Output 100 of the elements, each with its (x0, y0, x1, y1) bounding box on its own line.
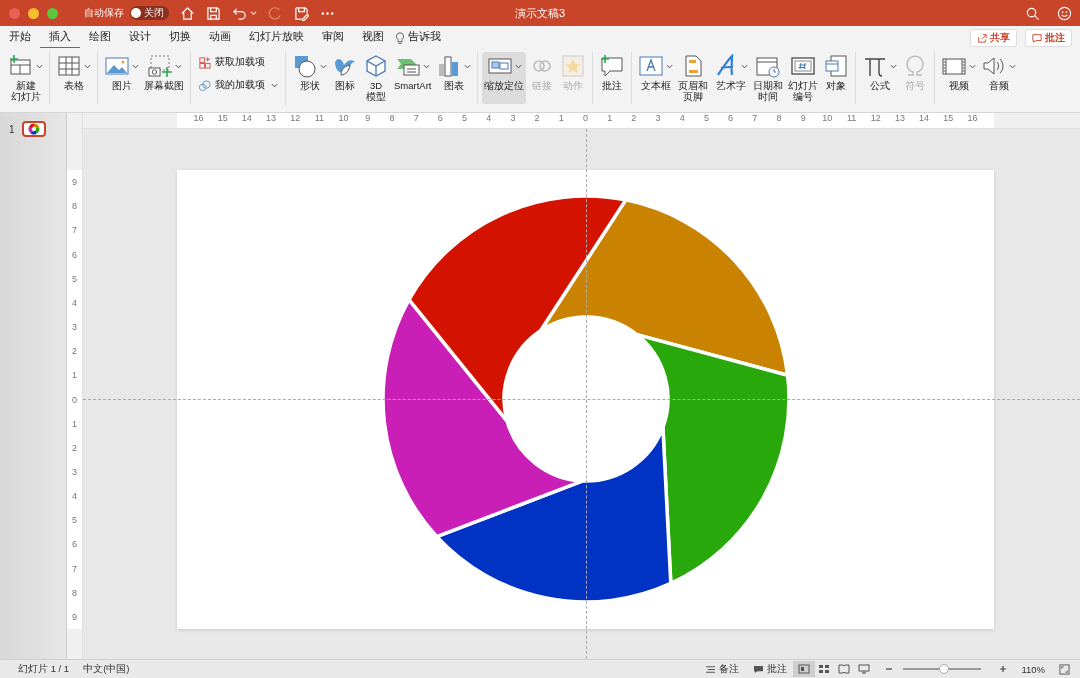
ribbon-icon (292, 54, 318, 78)
ribbon-tab[interactable]: 绘图 (80, 27, 120, 49)
ribbon-button[interactable]: 对象 (821, 52, 852, 104)
ruler-number: 5 (702, 113, 710, 125)
ruler-number: 16 (192, 113, 205, 125)
ribbon-button[interactable]: 新建 幻灯片 (6, 52, 45, 104)
ruler-number: 9 (364, 113, 372, 125)
ruler-number: 4 (71, 296, 78, 310)
ribbon-icon (823, 54, 850, 78)
ruler-number: 3 (509, 113, 517, 125)
caret-icon (174, 62, 182, 70)
autosave-label: 自动保存 (84, 6, 124, 20)
ribbon-button[interactable]: 3D 模型 (361, 52, 391, 104)
notes-icon (705, 664, 717, 674)
ruler-number: 6 (436, 113, 444, 125)
caret-icon (464, 62, 472, 70)
ruler-number: 8 (388, 113, 396, 125)
caret-icon (1009, 62, 1017, 70)
caret-icon (36, 62, 43, 70)
ruler-number: 11 (845, 113, 858, 125)
home-icon[interactable] (180, 5, 195, 21)
share-icon (977, 33, 987, 43)
ruler-number: 1 (71, 369, 78, 383)
ruler-number: 10 (337, 113, 350, 125)
ribbon-button[interactable]: 缩放定位 (482, 52, 527, 104)
ribbon-button[interactable]: 形状 (290, 52, 329, 104)
ribbon-button[interactable]: 音频 (979, 52, 1019, 104)
ribbon-tab[interactable]: 审阅 (313, 27, 353, 49)
ribbon-tab[interactable]: 设计 (120, 27, 160, 49)
ribbon-button[interactable]: 我的加载项 (195, 77, 281, 94)
ribbon-icon (8, 54, 34, 78)
normal-view-icon (798, 664, 811, 674)
ribbon-button[interactable]: 获取加载项 (195, 54, 281, 71)
ruler-number: 9 (71, 610, 78, 624)
smiley-icon[interactable] (1057, 5, 1072, 21)
ribbon-button[interactable]: SmartArt (392, 52, 434, 104)
ruler-number: 15 (216, 113, 229, 125)
ruler-number: 9 (71, 176, 78, 190)
ruler-number: 1 (606, 113, 614, 125)
ruler-number: 13 (893, 113, 906, 125)
comments-button[interactable]: 批注 (753, 662, 788, 676)
ribbon-button[interactable]: 公式 (860, 52, 900, 104)
zoom-out-icon[interactable] (885, 665, 894, 673)
reading-view-icon (838, 664, 851, 674)
ribbon-tab[interactable]: 切换 (160, 27, 200, 49)
slideshow-icon (858, 664, 871, 674)
comments-button[interactable]: 批注 (1025, 29, 1072, 47)
ribbon-button[interactable]: 屏幕截图 (142, 52, 186, 104)
ribbon-icon (638, 54, 665, 78)
ruler-number: 0 (71, 393, 78, 407)
search-icon[interactable] (1025, 5, 1040, 21)
ruler-number: 9 (799, 113, 807, 125)
slide-number: 1 (9, 123, 15, 135)
ruler-number: 4 (485, 113, 493, 125)
caret-icon (84, 62, 91, 70)
caret-icon[interactable] (250, 9, 257, 17)
autosave-toggle[interactable]: 关闭 (130, 6, 169, 20)
ribbon-tab[interactable]: 动画 (200, 27, 240, 49)
ribbon-button[interactable]: 艺术字 (711, 52, 751, 104)
caret-icon (515, 62, 522, 70)
ribbon-button[interactable]: 批注 (597, 52, 628, 104)
save-edit-icon[interactable] (294, 5, 309, 21)
slide-sorter-icon (818, 664, 831, 674)
zoom-button[interactable] (47, 7, 58, 19)
ribbon-button[interactable]: 文本框 (636, 52, 676, 104)
caret-icon (666, 62, 674, 70)
ribbon-button[interactable]: 表格 (54, 52, 93, 104)
ruler-number: 6 (71, 248, 78, 262)
ribbon-button[interactable]: 图片 (102, 52, 141, 104)
view-button[interactable] (793, 661, 816, 677)
ribbon-tab[interactable]: 视图 (353, 27, 393, 49)
comment-icon (753, 664, 765, 674)
ruler-number: 2 (533, 113, 541, 125)
ribbon-tab[interactable]: 开始 (9, 27, 40, 49)
ribbon-button[interactable]: 图表 (434, 52, 474, 104)
ruler-number: 4 (71, 490, 78, 504)
ruler-number: 6 (71, 538, 78, 552)
minimize-button[interactable] (28, 7, 39, 19)
ribbon-button[interactable]: 视频 (939, 52, 979, 104)
slide-thumbnail[interactable] (21, 121, 46, 137)
ruler-number: 7 (412, 113, 420, 125)
ribbon-button[interactable]: 幻灯片 编号 (786, 52, 821, 104)
ribbon-button[interactable]: 图标 (330, 52, 360, 104)
ruler-number: 14 (918, 113, 931, 125)
caret-icon (132, 62, 139, 70)
ruler-number: 12 (869, 113, 882, 125)
ribbon-icon (146, 54, 173, 78)
ruler-number: 8 (71, 200, 78, 214)
language-label[interactable]: 中文(中国) (83, 662, 130, 676)
zoom-in-icon[interactable] (999, 665, 1008, 673)
fit-to-window-icon[interactable] (1059, 663, 1070, 675)
ribbon-button[interactable]: 日期和 时间 (751, 52, 786, 104)
ribbon-tab[interactable]: 幻灯片放映 (240, 27, 313, 49)
notes-button[interactable]: 备注 (705, 662, 740, 676)
save-icon[interactable] (206, 5, 221, 21)
ruler-number: 7 (71, 224, 78, 238)
share-button[interactable]: 共享 (970, 29, 1017, 47)
tell-me-field[interactable]: 告诉我 (399, 27, 450, 49)
ribbon-icon (599, 54, 626, 78)
ribbon-button[interactable]: 页眉和 页脚 (676, 52, 711, 104)
